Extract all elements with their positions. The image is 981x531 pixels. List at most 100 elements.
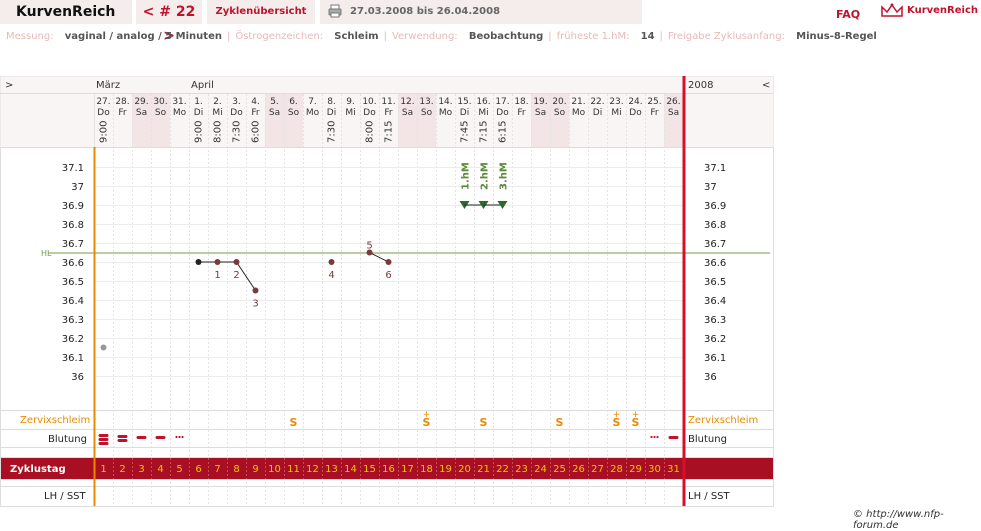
cycle-day-number: 14	[344, 464, 357, 475]
bleeding-row-label: Blutung	[48, 434, 87, 445]
cycle-day-number: 11	[287, 464, 300, 475]
temp-axis-label-left: 36.6	[62, 258, 84, 269]
day-date: 20.	[552, 97, 566, 107]
measurement-time: 6:00	[251, 121, 262, 143]
day-date: 29.	[134, 97, 148, 107]
nav-prev-button[interactable]: >	[5, 80, 13, 91]
cycle-day-number: 4	[157, 464, 163, 475]
temp-axis-label-right: 36.1	[704, 353, 726, 364]
day-date: 25.	[647, 97, 661, 107]
temp-axis-label-left: 36.7	[62, 239, 84, 250]
temp-axis-label-left: 36	[71, 372, 84, 383]
temp-axis-label-left: 37	[71, 182, 84, 193]
temp-axis-label-left: 36.1	[62, 353, 84, 364]
day-date: 17.	[495, 97, 509, 107]
day-date: 18.	[514, 97, 528, 107]
temp-axis-label-left: 36.8	[62, 220, 84, 231]
cycle-day-number: 6	[195, 464, 201, 475]
cycle-day-label: Zyklustag	[10, 464, 66, 475]
temp-axis-label-right: 36.8	[704, 220, 726, 231]
bleeding-spot	[178, 435, 181, 439]
temp-axis-label-right: 36.3	[704, 315, 726, 326]
cycle-day-number: 26	[572, 464, 585, 475]
high-measurement-label: 2.hM	[480, 162, 491, 190]
mucus-row-label: Zervixschleim	[20, 415, 90, 426]
temp-axis-label-right: 36.9	[704, 201, 726, 212]
cycle-day-number: 23	[515, 464, 528, 475]
mucus-symbol: S	[480, 416, 488, 429]
bleeding-spot	[650, 435, 653, 439]
cycle-day-number: 12	[306, 464, 319, 475]
day-date: 4.	[251, 97, 260, 107]
day-weekday: Di	[327, 108, 336, 118]
temp-point[interactable]	[100, 344, 107, 351]
day-date: 23.	[609, 97, 623, 107]
bleeding-spot	[653, 435, 656, 439]
bleeding-spot	[181, 435, 184, 439]
temp-point[interactable]	[214, 259, 221, 265]
day-date: 14.	[438, 97, 452, 107]
day-weekday: Sa	[668, 108, 679, 118]
day-weekday: Fr	[650, 108, 659, 118]
cycle-day-number: 30	[648, 464, 661, 475]
cycle-day-number: 5	[176, 464, 182, 475]
day-date: 1.	[194, 97, 203, 107]
day-weekday: Sa	[402, 108, 413, 118]
cycle-day-number: 8	[233, 464, 239, 475]
mucus-plus: +	[632, 410, 640, 420]
measurement-time: 7:15	[479, 121, 490, 143]
day-weekday: So	[421, 108, 433, 118]
temp-point[interactable]	[233, 259, 240, 265]
day-date: 15.	[457, 97, 471, 107]
cycle-day-number: 20	[458, 464, 471, 475]
point-label: 5	[366, 241, 372, 252]
measurement-time: 8:00	[365, 121, 376, 143]
cycle-day-number: 22	[496, 464, 509, 475]
temp-axis-label-left: 36.2	[62, 334, 84, 345]
day-date: 27.	[96, 97, 110, 107]
bleeding-mark	[98, 434, 109, 437]
temp-axis-label-right: 36.5	[704, 277, 726, 288]
cycle-day-number: 10	[268, 464, 281, 475]
cycle-chart: > <2008März April27.Do9:0028.Fr29.Sa30.So3…	[0, 76, 774, 507]
measurement-time: 6:15	[498, 121, 509, 143]
lh-row-label: LH / SST	[44, 491, 87, 502]
bleeding-mark	[668, 436, 679, 439]
mucus-plus: +	[613, 410, 621, 420]
temp-axis-label-right: 36	[704, 372, 717, 383]
day-date: 21.	[571, 97, 585, 107]
point-label: 6	[385, 270, 391, 281]
day-date: 26.	[666, 97, 680, 107]
day-weekday: Sa	[535, 108, 546, 118]
measurement-time: 7:30	[232, 121, 243, 143]
day-weekday: Mo	[572, 108, 586, 118]
high-measurement-label: 1.hM	[461, 162, 472, 190]
cycle-day-number: 29	[629, 464, 642, 475]
day-weekday: Fr	[384, 108, 393, 118]
temp-axis-label-right: 36.7	[704, 239, 726, 250]
measurement-time: 7:45	[460, 121, 471, 143]
bleeding-mark	[155, 436, 166, 439]
cycle-day-number: 16	[382, 464, 395, 475]
temp-point[interactable]	[328, 259, 335, 265]
temp-point[interactable]	[195, 259, 202, 265]
measurement-time: 7:15	[384, 121, 395, 143]
measurement-time: 9:00	[194, 121, 205, 143]
measurement-time: 7:30	[327, 121, 338, 143]
day-weekday: Mo	[173, 108, 187, 118]
cycle-day-number: 21	[477, 464, 490, 475]
bleeding-mark	[136, 436, 147, 439]
day-weekday: Mi	[345, 108, 355, 118]
nav-next-button[interactable]: <	[762, 80, 770, 91]
cycle-day-number: 1	[100, 464, 106, 475]
day-weekday: Mi	[611, 108, 621, 118]
cycle-day-number: 31	[667, 464, 680, 475]
cycle-day-number: 9	[252, 464, 258, 475]
temp-point[interactable]	[385, 259, 392, 265]
temp-axis-label-left: 36.9	[62, 201, 84, 212]
day-weekday: Mi	[212, 108, 222, 118]
lh-row-label-right: LH / SST	[688, 491, 731, 502]
mucus-symbol: S	[290, 416, 298, 429]
temp-point[interactable]	[252, 287, 259, 294]
day-weekday: Sa	[136, 108, 147, 118]
